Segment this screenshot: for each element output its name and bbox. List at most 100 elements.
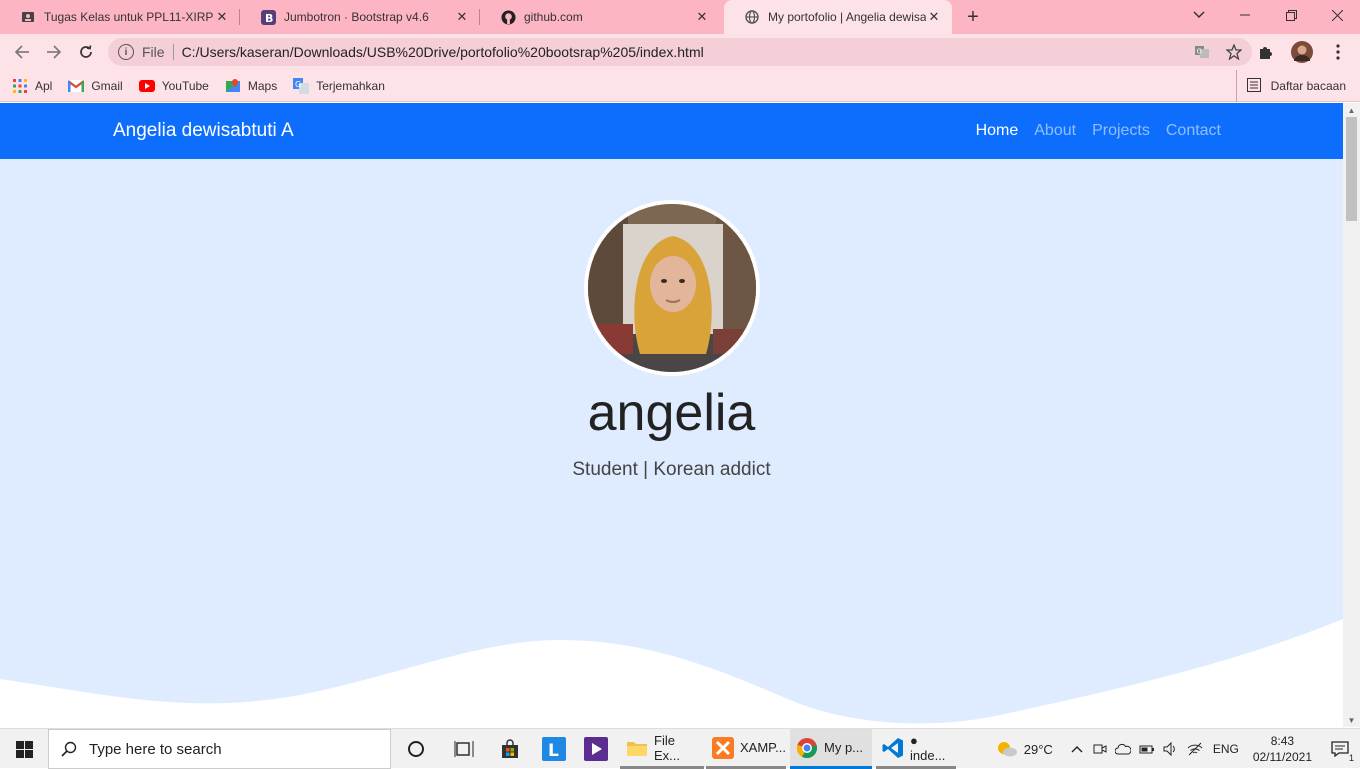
tab-strip: Tugas Kelas untuk PPL11-XIRPL1 ✕ B Jumbo… bbox=[0, 0, 1360, 34]
tab-title: github.com bbox=[524, 10, 583, 24]
close-icon[interactable]: ✕ bbox=[926, 9, 942, 25]
system-tray: 29°C ENG 8:43 02/11/2021 1 bbox=[996, 729, 1360, 769]
restore-icon[interactable] bbox=[1268, 0, 1314, 30]
nav-about[interactable]: About bbox=[1034, 122, 1076, 140]
bookmark-label: YouTube bbox=[161, 78, 209, 93]
forward-arrow-icon[interactable] bbox=[40, 38, 68, 66]
bookmark-label: Apl bbox=[35, 78, 53, 93]
maps-icon bbox=[225, 78, 241, 94]
weather-icon[interactable] bbox=[996, 740, 1018, 758]
reading-list-button[interactable]: Daftar bacaan bbox=[1235, 70, 1346, 102]
bookmark-translate[interactable]: G Terjemahkan bbox=[293, 77, 385, 94]
bookmark-label: Gmail bbox=[91, 78, 123, 93]
translate-icon: G bbox=[293, 77, 310, 94]
toolbar-actions bbox=[1252, 38, 1352, 66]
scroll-up-arrow-icon[interactable]: ▲ bbox=[1343, 103, 1360, 117]
windows-start-icon[interactable] bbox=[0, 729, 48, 769]
back-arrow-icon[interactable] bbox=[8, 38, 36, 66]
cortana-icon[interactable] bbox=[398, 729, 434, 769]
network-icon[interactable] bbox=[1187, 742, 1203, 756]
classroom-icon bbox=[20, 9, 36, 25]
translate-page-icon[interactable]: G bbox=[1192, 42, 1212, 62]
close-window-icon[interactable] bbox=[1314, 0, 1360, 30]
minimize-icon[interactable] bbox=[1222, 0, 1268, 30]
bookmark-maps[interactable]: Maps bbox=[225, 78, 277, 94]
nav-home[interactable]: Home bbox=[976, 122, 1019, 140]
profile-avatar[interactable] bbox=[1288, 38, 1316, 66]
tab-bootstrap[interactable]: B Jumbotron · Bootstrap v4.6 ✕ bbox=[240, 0, 480, 34]
address-bar[interactable]: i File C:/Users/kaseran/Downloads/USB%20… bbox=[108, 38, 1252, 66]
l-app-icon[interactable]: L bbox=[536, 729, 572, 769]
meet-now-icon[interactable] bbox=[1093, 742, 1107, 756]
input-language[interactable]: ENG bbox=[1213, 742, 1239, 756]
clock[interactable]: 8:43 02/11/2021 bbox=[1253, 733, 1312, 765]
clock-date: 02/11/2021 bbox=[1252, 750, 1312, 764]
browser-toolbar: i File C:/Users/kaseran/Downloads/USB%20… bbox=[0, 34, 1360, 70]
gmail-icon bbox=[68, 78, 85, 94]
hero-subtitle: Student | Korean addict bbox=[572, 459, 771, 480]
store-icon[interactable] bbox=[492, 729, 528, 769]
task-view-icon[interactable] bbox=[446, 729, 482, 769]
nav-projects[interactable]: Projects bbox=[1092, 122, 1150, 140]
vscode-icon bbox=[882, 737, 904, 759]
globe-icon bbox=[744, 9, 760, 25]
kebab-menu-icon[interactable] bbox=[1324, 38, 1352, 66]
site-navbar: Angelia dewisabtuti A Home About Project… bbox=[0, 103, 1343, 159]
bookmark-gmail[interactable]: Gmail bbox=[68, 78, 123, 94]
nav-contact[interactable]: Contact bbox=[1166, 122, 1221, 140]
bootstrap-icon: B bbox=[260, 9, 276, 25]
bookmark-star-icon[interactable] bbox=[1224, 42, 1244, 62]
tab-portfolio[interactable]: My portofolio | Angelia dewisabtuti A ✕ bbox=[724, 0, 952, 34]
taskbar-app-label: ● inde... bbox=[910, 732, 946, 763]
github-icon bbox=[500, 9, 516, 25]
reading-list-label: Daftar bacaan bbox=[1270, 79, 1346, 93]
svg-text:G: G bbox=[295, 80, 301, 89]
site-brand[interactable]: Angelia dewisabtuti A bbox=[113, 120, 294, 142]
bookmarks-bar: Apl Gmail YouTube Maps G Terjemahkan Daf… bbox=[0, 70, 1360, 102]
notification-count: 1 bbox=[1348, 753, 1354, 763]
tab-search-chevron-icon[interactable] bbox=[1188, 4, 1210, 26]
tab-github[interactable]: github.com ✕ bbox=[480, 0, 720, 34]
site-info-icon[interactable]: i bbox=[118, 44, 134, 60]
weather-temp[interactable]: 29°C bbox=[1024, 742, 1053, 757]
media-app-icon[interactable] bbox=[578, 729, 614, 769]
battery-icon[interactable] bbox=[1139, 743, 1155, 755]
taskbar-search-input[interactable]: Type here to search bbox=[48, 729, 391, 769]
close-icon[interactable]: ✕ bbox=[694, 9, 710, 25]
tab-title: My portofolio | Angelia dewisabtuti A bbox=[768, 10, 926, 24]
taskbar-vscode[interactable]: ● inde... bbox=[876, 729, 956, 769]
divider bbox=[172, 44, 174, 60]
scroll-down-arrow-icon[interactable]: ▼ bbox=[1343, 713, 1360, 727]
volume-icon[interactable] bbox=[1163, 742, 1179, 756]
reading-list-icon bbox=[1246, 78, 1263, 94]
reload-icon[interactable] bbox=[72, 38, 100, 66]
taskbar-file-explorer[interactable]: File Ex... bbox=[620, 729, 704, 769]
clock-time: 8:43 bbox=[1270, 734, 1295, 748]
scrollbar-thumb[interactable] bbox=[1346, 117, 1357, 221]
taskbar-xampp[interactable]: XAMP... bbox=[706, 729, 786, 769]
page-scrollbar[interactable]: ▲ ▼ bbox=[1343, 103, 1360, 727]
close-icon[interactable]: ✕ bbox=[454, 9, 470, 25]
search-placeholder: Type here to search bbox=[89, 740, 222, 758]
taskbar-app-label: My p... bbox=[824, 740, 864, 755]
youtube-icon bbox=[138, 78, 155, 94]
svg-text:B: B bbox=[265, 12, 273, 25]
tab-title: Jumbotron · Bootstrap v4.6 bbox=[284, 10, 429, 24]
onedrive-icon[interactable] bbox=[1114, 743, 1131, 755]
url-text[interactable]: C:/Users/kaseran/Downloads/USB%20Drive/p… bbox=[182, 44, 704, 60]
extensions-puzzle-icon[interactable] bbox=[1252, 38, 1280, 66]
close-icon[interactable]: ✕ bbox=[214, 9, 230, 25]
site-nav-links: Home About Projects Contact bbox=[976, 122, 1221, 140]
wave-divider bbox=[0, 619, 1343, 727]
tab-classroom[interactable]: Tugas Kelas untuk PPL11-XIRPL1 ✕ bbox=[0, 0, 240, 34]
new-tab-button[interactable]: + bbox=[958, 2, 988, 32]
show-hidden-icons-chevron-icon[interactable] bbox=[1071, 745, 1083, 753]
taskbar-app-label: File Ex... bbox=[654, 732, 681, 763]
notifications-icon[interactable]: 1 bbox=[1320, 729, 1360, 769]
window-controls bbox=[1222, 0, 1360, 30]
taskbar-chrome[interactable]: My p... bbox=[790, 729, 872, 769]
bookmark-label: Terjemahkan bbox=[316, 78, 385, 93]
bookmark-youtube[interactable]: YouTube bbox=[138, 78, 209, 94]
file-explorer-icon bbox=[626, 739, 648, 757]
bookmark-apps[interactable]: Apl bbox=[12, 78, 52, 94]
